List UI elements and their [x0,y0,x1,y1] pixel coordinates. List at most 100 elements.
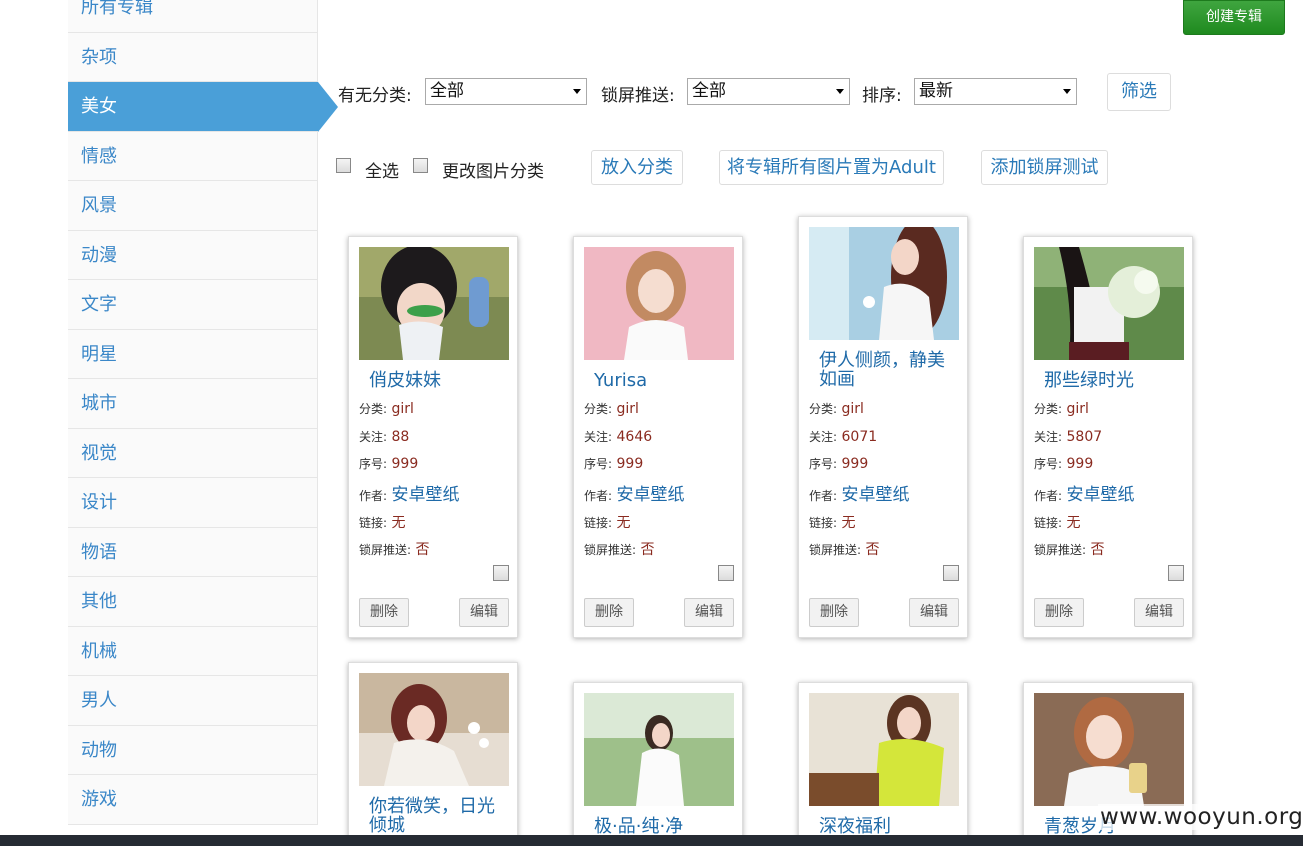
category-key: 分类: [359,402,388,416]
album-thumbnail[interactable] [359,673,509,786]
album-title[interactable]: 伊人侧颜，静美如画 [819,351,959,389]
author-link[interactable]: 安卓壁纸 [617,485,685,505]
lock-push-filter-value: 全部 [692,81,726,101]
album-thumbnail[interactable] [809,693,959,806]
album-title[interactable]: Yurisa [594,371,734,390]
author-link[interactable]: 安卓壁纸 [392,485,460,505]
order-value: 999 [616,456,644,472]
edit-button[interactable]: 编辑 [459,598,509,627]
chevron-down-icon [836,89,844,94]
album-thumbnail[interactable] [1034,693,1184,806]
album-title[interactable]: 深夜福利 [819,817,959,836]
delete-button[interactable]: 删除 [809,598,859,627]
sidebar-item-visual[interactable]: 视觉 [68,428,318,478]
sidebar-item-game[interactable]: 游戏 [68,775,318,825]
sidebar-item-beauty[interactable]: 美女 [68,82,338,132]
chevron-down-icon [573,89,581,94]
link-key: 链接: [809,516,838,530]
select-all-checkbox[interactable] [336,158,351,173]
sidebar-item-design[interactable]: 设计 [68,478,318,528]
album-card: 那些绿时光 分类: girl 关注: 5807 序号: 999 作者: 安卓壁纸… [1023,236,1193,638]
follow-value: 5807 [1066,429,1103,445]
link-value: 无 [391,515,406,531]
album-select-checkbox[interactable] [1168,565,1184,581]
follow-key: 关注: [584,430,613,444]
category-filter-select[interactable]: 全部 [425,78,587,105]
author-link[interactable]: 安卓壁纸 [842,485,910,505]
change-category-label: 更改图片分类 [442,162,544,182]
link-key: 链接: [584,516,613,530]
sidebar-item-animal[interactable]: 动物 [68,725,318,775]
sidebar-item-men[interactable]: 男人 [68,676,318,726]
lock-value: 否 [865,542,880,558]
sort-select[interactable]: 最新 [914,78,1077,105]
album-title[interactable]: 你若微笑，日光倾城 [369,797,509,835]
set-adult-button[interactable]: 将专辑所有图片置为Adult [719,150,944,185]
order-key: 序号: [809,457,838,471]
lock-push-filter-label: 锁屏推送: [601,86,675,106]
sidebar-item-anime[interactable]: 动漫 [68,230,318,280]
link-key: 链接: [359,516,388,530]
album-title[interactable]: 那些绿时光 [1044,371,1184,390]
sidebar-item-city[interactable]: 城市 [68,379,318,429]
link-value: 无 [616,515,631,531]
follow-key: 关注: [1034,430,1063,444]
sidebar-item-all[interactable]: 所有专辑 [68,0,318,33]
lock-value: 否 [415,542,430,558]
sidebar-item-machine[interactable]: 机械 [68,626,318,676]
select-all-label: 全选 [365,162,399,182]
album-thumbnail[interactable] [809,227,959,340]
order-key: 序号: [584,457,613,471]
album-select-checkbox[interactable] [493,565,509,581]
link-value: 无 [841,515,856,531]
album-card: 深夜福利 [798,682,968,846]
sidebar-item-text[interactable]: 文字 [68,280,318,330]
author-link[interactable]: 安卓壁纸 [1067,485,1135,505]
category-key: 分类: [1034,402,1063,416]
sidebar-item-other[interactable]: 其他 [68,577,318,627]
album-title[interactable]: 俏皮妹妹 [369,371,509,390]
bottom-bar [0,835,1303,846]
author-key: 作者: [359,489,388,503]
sidebar-item-story[interactable]: 物语 [68,527,318,577]
album-thumbnail[interactable] [1034,247,1184,360]
album-card: Yurisa 分类: girl 关注: 4646 序号: 999 作者: 安卓壁… [573,236,743,638]
order-key: 序号: [1034,457,1063,471]
delete-button[interactable]: 删除 [1034,598,1084,627]
album-select-checkbox[interactable] [718,565,734,581]
delete-button[interactable]: 删除 [584,598,634,627]
sidebar-item-star[interactable]: 明星 [68,329,318,379]
album-thumbnail[interactable] [584,693,734,806]
sidebar-item-emotion[interactable]: 情感 [68,131,318,181]
sidebar-item-scenery[interactable]: 风景 [68,181,318,231]
create-album-button[interactable]: 创建专辑 [1183,0,1285,35]
order-value: 999 [841,456,869,472]
change-category-checkbox[interactable] [413,158,428,173]
category-value: girl [391,401,414,417]
delete-button[interactable]: 删除 [359,598,409,627]
follow-key: 关注: [809,430,838,444]
album-select-checkbox[interactable] [943,565,959,581]
filter-button[interactable]: 筛选 [1107,73,1171,111]
album-card: 极·品·纯·净 [573,682,743,846]
link-key: 链接: [1034,516,1063,530]
link-value: 无 [1066,515,1081,531]
put-in-category-button[interactable]: 放入分类 [591,150,683,185]
album-thumbnail[interactable] [584,247,734,360]
lock-push-filter-select[interactable]: 全部 [687,78,850,105]
lock-key: 锁屏推送: [809,543,862,557]
category-value: girl [841,401,864,417]
sidebar-item-misc[interactable]: 杂项 [68,32,318,82]
author-key: 作者: [1034,489,1063,503]
edit-button[interactable]: 编辑 [909,598,959,627]
album-thumbnail[interactable] [359,247,509,360]
sort-label: 排序: [862,86,902,106]
lock-key: 锁屏推送: [1034,543,1087,557]
album-title[interactable]: 极·品·纯·净 [594,817,734,836]
add-lock-test-button[interactable]: 添加锁屏测试 [981,150,1108,185]
edit-button[interactable]: 编辑 [1134,598,1184,627]
album-card: 伊人侧颜，静美如画 分类: girl 关注: 6071 序号: 999 作者: … [798,216,968,638]
edit-button[interactable]: 编辑 [684,598,734,627]
category-value: girl [616,401,639,417]
follow-value: 4646 [616,429,653,445]
